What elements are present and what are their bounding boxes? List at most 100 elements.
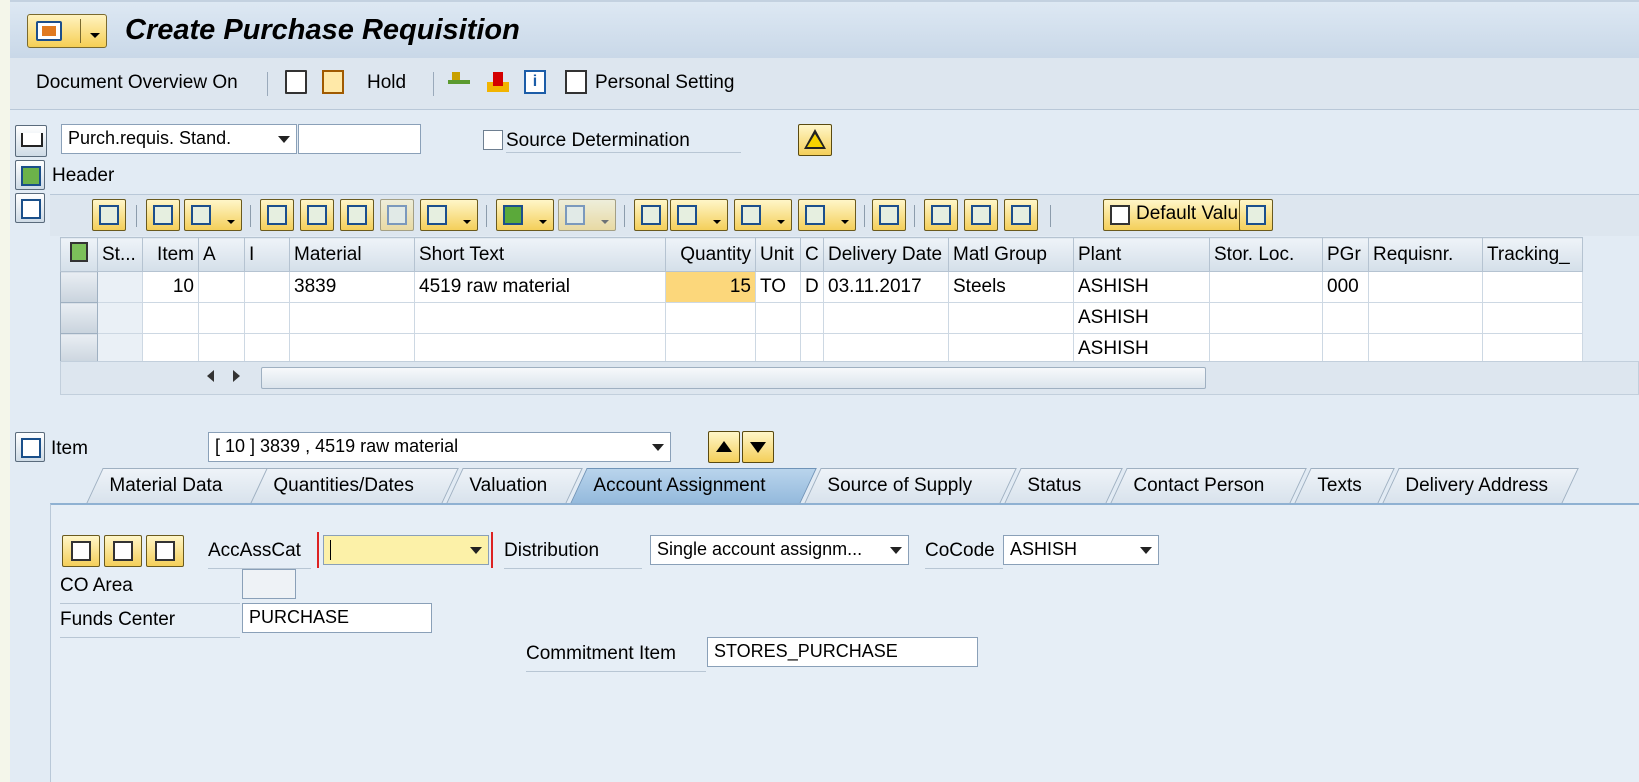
table-cell[interactable]: 000 [1322,271,1369,303]
table-cell[interactable]: 10 [142,271,199,303]
table-cell[interactable] [948,302,1074,334]
views-button[interactable] [670,199,728,231]
export-button[interactable] [734,199,792,231]
table-cell[interactable] [665,302,756,334]
multiple-account-assignment-button[interactable] [62,535,100,567]
copy-button[interactable] [146,199,180,231]
tab-material-data[interactable]: Material Data [86,468,269,504]
tab-texts[interactable]: Texts [1294,468,1395,504]
personal-setting-button[interactable]: Personal Setting [595,72,734,94]
table-cell[interactable] [1209,333,1323,365]
collapse-overview-icon[interactable] [15,193,45,223]
tab-delivery-address[interactable]: Delivery Address [1382,468,1579,504]
table-cell[interactable] [823,302,949,334]
tab-quantities-dates[interactable]: Quantities/Dates [250,468,459,504]
column-header[interactable]: Item [142,237,199,272]
table-cell[interactable] [414,302,666,334]
table-cell[interactable] [142,333,199,365]
column-header[interactable]: Tracking_ [1482,237,1583,272]
column-header[interactable]: Matl Group [948,237,1074,272]
delete-button[interactable] [184,199,242,231]
column-header[interactable]: St... [97,237,143,272]
tab-valuation[interactable]: Valuation [446,468,583,504]
filter-button[interactable] [420,199,478,231]
column-header[interactable]: Short Text [414,237,666,272]
find-next-button[interactable] [380,199,414,231]
horizontal-scrollbar[interactable] [261,367,1206,389]
collapse-item-icon[interactable] [15,432,45,462]
column-header[interactable]: PGr [1322,237,1369,272]
table-cell[interactable]: Steels [948,271,1074,303]
table-cell[interactable] [289,333,415,365]
details-button[interactable] [92,199,126,231]
column-header[interactable]: C [800,237,824,272]
assign-button[interactable] [964,199,998,231]
table-cell[interactable] [1322,302,1369,334]
open-document-icon[interactable] [322,70,344,94]
structure-icon[interactable] [448,70,470,94]
table-cell[interactable] [1368,302,1483,334]
previous-item-button[interactable] [708,431,740,463]
distribution-select[interactable]: Single account assignm... [650,535,909,565]
messages-icon[interactable] [487,70,509,94]
delete-account-button[interactable] [146,535,184,567]
select-all-cell[interactable] [60,237,98,272]
expand-header-icon[interactable] [15,160,45,190]
table-cell[interactable]: ASHISH [1073,302,1210,334]
co-area-field[interactable] [242,569,296,599]
hold-button[interactable]: Hold [367,72,406,94]
table-cell[interactable] [1368,271,1483,303]
info-button[interactable] [872,199,906,231]
column-header[interactable]: Quantity [665,237,756,272]
table-cell[interactable] [198,333,245,365]
release-button[interactable] [1004,199,1038,231]
next-item-button[interactable] [742,431,774,463]
commitment-item-field[interactable]: STORES_PURCHASE [707,637,978,667]
table-row[interactable]: 10 3839 4519 raw material 15 TO D 03.11.… [60,271,1583,303]
funds-center-field[interactable]: PURCHASE [242,603,432,633]
subtotal-button[interactable] [558,199,616,231]
column-header[interactable]: Requisnr. [1368,237,1483,272]
item-select[interactable]: [ 10 ] 3839 , 4519 raw material [208,432,671,462]
acc-ass-cat-select[interactable] [323,535,489,565]
tab-account-assignment[interactable]: Account Assignment [570,468,817,504]
table-cell[interactable] [142,302,199,334]
table-cell[interactable] [1482,333,1583,365]
row-selector[interactable] [60,333,98,365]
table-cell[interactable] [1482,271,1583,303]
system-menu-button[interactable] [27,14,107,48]
table-cell[interactable]: 03.11.2017 [823,271,949,303]
scroll-right-icon[interactable] [233,370,240,382]
column-header[interactable]: Plant [1073,237,1210,272]
source-determination-checkbox[interactable] [483,130,503,150]
table-cell[interactable] [289,302,415,334]
table-cell[interactable] [800,302,824,334]
layout-button[interactable] [798,199,856,231]
total-button[interactable] [496,199,554,231]
table-cell[interactable] [414,333,666,365]
column-header[interactable]: A [198,237,245,272]
column-header[interactable]: Material [289,237,415,272]
quantity-cell[interactable]: 15 [665,271,756,303]
column-header[interactable]: I [244,237,290,272]
table-cell[interactable] [1209,302,1323,334]
table-row[interactable]: ASHISH [60,333,1583,365]
table-cell[interactable] [665,333,756,365]
table-cell[interactable] [244,271,290,303]
tab-source-of-supply[interactable]: Source of Supply [804,468,1017,504]
column-header[interactable]: Stor. Loc. [1209,237,1323,272]
column-header[interactable]: Delivery Date [823,237,949,272]
find-button[interactable] [340,199,374,231]
sort-ascending-button[interactable] [260,199,294,231]
table-cell[interactable] [1482,302,1583,334]
table-cell[interactable]: ASHISH [1073,333,1210,365]
list-button[interactable] [1239,199,1273,231]
table-cell[interactable]: 3839 [289,271,415,303]
sort-descending-button[interactable] [300,199,334,231]
table-cell[interactable] [1368,333,1483,365]
table-cell[interactable] [755,333,801,365]
document-type-select[interactable]: Purch.requis. Stand. [61,124,297,154]
table-cell[interactable] [823,333,949,365]
table-row[interactable]: ASHISH [60,302,1583,334]
table-cell[interactable] [755,302,801,334]
